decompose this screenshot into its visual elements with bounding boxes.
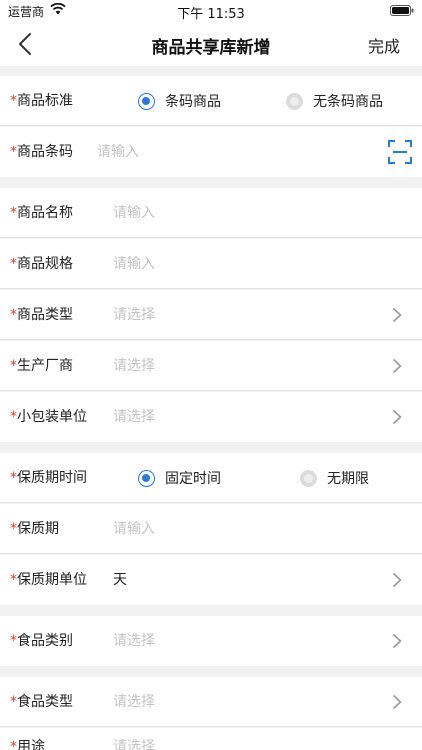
radio-unchecked-icon — [300, 469, 317, 487]
required-mark: * — [10, 521, 17, 537]
radio-barcode-goods-label: 条码商品 — [165, 94, 221, 110]
chevron-right-icon — [392, 572, 402, 588]
manufacturer-label: *生产厂商 — [10, 341, 73, 391]
shelf-life-unit-row[interactable]: *保质期单位 天 — [0, 555, 422, 605]
shelf-life-row[interactable]: *保质期 请输入 — [0, 504, 422, 554]
category-row[interactable]: *商品类型 请选择 — [0, 290, 422, 340]
barcode-input[interactable]: 请输入 — [97, 127, 139, 177]
food-class-label: *食品类别 — [10, 616, 73, 666]
package-unit-label: *小包装单位 — [10, 392, 87, 442]
done-button[interactable]: 完成 — [368, 33, 400, 57]
barcode-label: *商品条码 — [10, 127, 73, 177]
chevron-right-icon — [392, 694, 402, 710]
radio-unlimited-label: 无期限 — [327, 471, 369, 487]
spec-input[interactable]: 请输入 — [113, 239, 155, 289]
chevron-right-icon — [392, 633, 402, 649]
chevron-right-icon — [392, 409, 402, 425]
shelf-life-type-row: *保质期时间 固定时间 无期限 — [0, 453, 422, 503]
radio-fixed-time[interactable]: 固定时间 — [138, 453, 221, 503]
radio-fixed-time-label: 固定时间 — [165, 471, 221, 487]
package-unit-row[interactable]: *小包装单位 请选择 — [0, 392, 422, 442]
status-time: 下午 11:53 — [177, 7, 245, 22]
required-mark: * — [10, 144, 17, 160]
food-type-label-text: 食品类型 — [17, 694, 73, 710]
spec-label-text: 商品规格 — [17, 256, 73, 272]
name-label: *商品名称 — [10, 188, 73, 238]
package-unit-label-text: 小包装单位 — [17, 409, 87, 425]
food-class-label-text: 食品类别 — [17, 633, 73, 649]
required-mark: * — [10, 205, 17, 221]
barcode-row: *商品条码 请输入 — [0, 127, 422, 177]
usage-select[interactable]: 请选择 — [113, 728, 155, 750]
manufacturer-select[interactable]: 请选择 — [113, 341, 155, 391]
spec-label: *商品规格 — [10, 239, 73, 289]
shelf-life-type-label-text: 保质期时间 — [17, 470, 87, 486]
manufacturer-label-text: 生产厂商 — [17, 358, 73, 374]
category-label-text: 商品类型 — [17, 307, 73, 323]
standard-row: *商品标准 条码商品 无条码商品 — [0, 76, 422, 126]
required-mark: * — [10, 470, 17, 486]
radio-barcode-goods[interactable]: 条码商品 — [138, 76, 221, 126]
name-input[interactable]: 请输入 — [113, 188, 155, 238]
shelf-life-type-label: *保质期时间 — [10, 453, 87, 503]
required-mark: * — [10, 358, 17, 374]
chevron-right-icon — [392, 358, 402, 374]
manufacturer-row[interactable]: *生产厂商 请选择 — [0, 341, 422, 391]
name-label-text: 商品名称 — [17, 205, 73, 221]
radio-no-barcode-goods-label: 无条码商品 — [313, 94, 383, 110]
barcode-label-text: 商品条码 — [17, 144, 73, 160]
spec-row[interactable]: *商品规格 请输入 — [0, 239, 422, 289]
required-mark: * — [10, 633, 17, 649]
standard-label-text: 商品标准 — [17, 93, 73, 109]
package-unit-select[interactable]: 请选择 — [113, 392, 155, 442]
radio-checked-icon — [138, 92, 155, 110]
shelf-life-label: *保质期 — [10, 504, 59, 554]
usage-row[interactable]: *用途 请选择 — [0, 728, 422, 750]
category-label: *商品类型 — [10, 290, 73, 340]
radio-checked-icon — [138, 469, 155, 487]
required-mark: * — [10, 739, 17, 750]
required-mark: * — [10, 572, 17, 588]
standard-label: *商品标准 — [10, 76, 73, 126]
battery-icon — [390, 5, 414, 16]
status-bar: 运营商 下午 11:53 — [0, 0, 422, 22]
usage-label: *用途 — [10, 728, 45, 750]
required-mark: * — [10, 409, 17, 425]
required-mark: * — [10, 256, 17, 272]
usage-label-text: 用途 — [17, 739, 45, 750]
category-select[interactable]: 请选择 — [113, 290, 155, 340]
shelf-life-input[interactable]: 请输入 — [113, 504, 155, 554]
chevron-right-icon — [392, 307, 402, 323]
shelf-life-unit-label: *保质期单位 — [10, 555, 87, 605]
shelf-life-unit-select[interactable]: 天 — [113, 555, 127, 605]
shelf-life-label-text: 保质期 — [17, 521, 59, 537]
food-type-select[interactable]: 请选择 — [113, 677, 155, 727]
shelf-life-unit-label-text: 保质期单位 — [17, 572, 87, 588]
required-mark: * — [10, 307, 17, 323]
food-class-select[interactable]: 请选择 — [113, 616, 155, 666]
required-mark: * — [10, 694, 17, 710]
radio-unlimited[interactable]: 无期限 — [300, 453, 369, 503]
scan-icon[interactable] — [388, 140, 412, 164]
page-title: 商品共享库新增 — [151, 38, 271, 58]
food-class-row[interactable]: *食品类别 请选择 — [0, 616, 422, 666]
required-mark: * — [10, 93, 17, 109]
food-type-row[interactable]: *食品类型 请选择 — [0, 677, 422, 727]
navigation-bar: 商品共享库新增 完成 — [0, 22, 422, 66]
food-type-label: *食品类型 — [10, 677, 73, 727]
radio-unchecked-icon — [286, 92, 303, 110]
radio-no-barcode-goods[interactable]: 无条码商品 — [286, 76, 383, 126]
name-row[interactable]: *商品名称 请输入 — [0, 188, 422, 238]
